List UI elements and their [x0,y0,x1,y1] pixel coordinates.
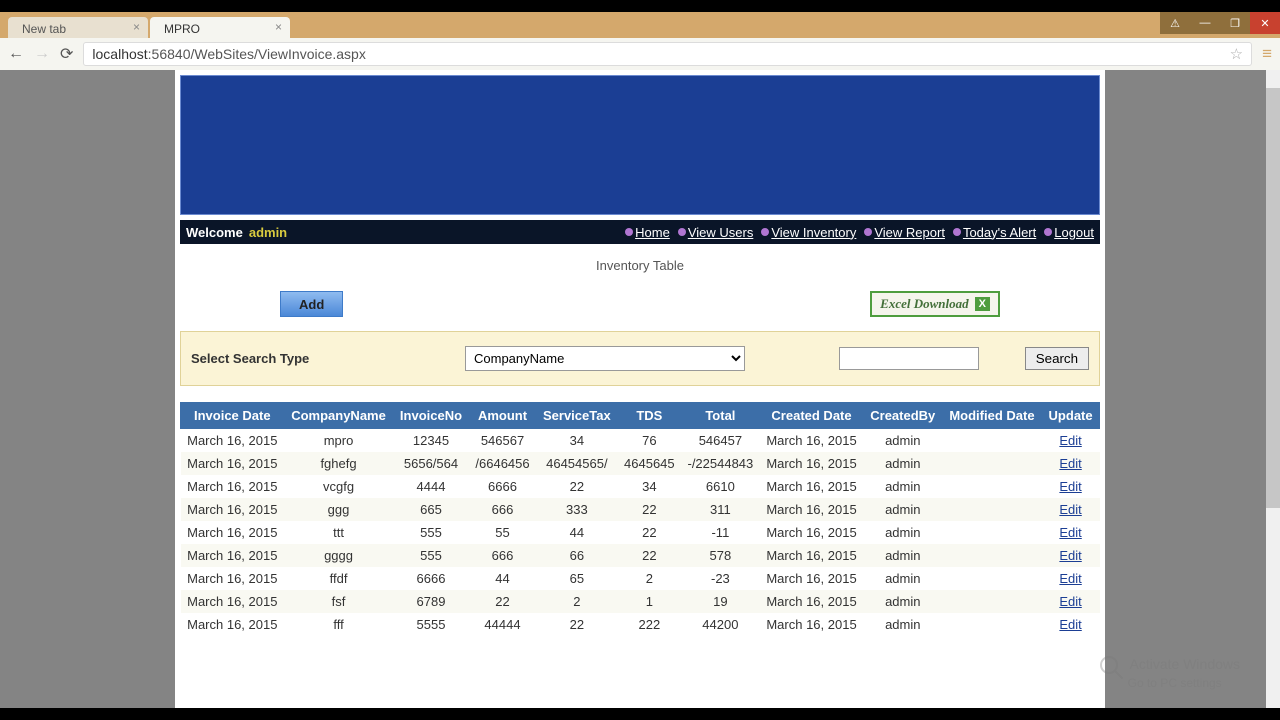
edit-link[interactable]: Edit [1059,502,1081,517]
add-button[interactable]: Add [280,291,343,317]
bullet-icon [953,228,961,236]
table-row: March 16, 2015fsf6789222119March 16, 201… [181,590,1100,613]
header-banner [180,75,1100,215]
forward-button: → [34,45,50,63]
bookmark-icon[interactable]: ☆ [1230,45,1243,63]
maximize-button[interactable]: ❐ [1220,12,1250,34]
welcome-label: Welcome [186,225,243,240]
col-header: Total [681,403,760,429]
edit-link[interactable]: Edit [1059,571,1081,586]
back-button[interactable]: ← [8,45,24,63]
invoice-table: Invoice DateCompanyNameInvoiceNoAmountSe… [180,402,1100,636]
url-path: :56840/WebSites/ViewInvoice.aspx [148,46,366,62]
search-type-label: Select Search Type [191,351,451,366]
table-row: March 16, 2015ttt555554422-11March 16, 2… [181,521,1100,544]
app-menubar: Welcome admin Home View Users View Invento… [180,220,1100,244]
col-header: Update [1042,403,1100,429]
nav-link-view-users[interactable]: View Users [678,225,754,240]
edit-link[interactable]: Edit [1059,479,1081,494]
browser-tab-inactive[interactable]: New tab × [8,17,148,38]
edit-link[interactable]: Edit [1059,594,1081,609]
col-header: Amount [469,403,536,429]
table-row: March 16, 2015ffdf666644652-23March 16, … [181,567,1100,590]
col-header: Created Date [760,403,864,429]
table-row: March 16, 2015gggg5556666622578March 16,… [181,544,1100,567]
col-header: ServiceTax [536,403,618,429]
excel-download-button[interactable]: Excel Download X [870,291,1000,317]
scrollbar-thumb[interactable] [1266,88,1280,508]
chrome-menu-icon[interactable]: ≡ [1262,44,1272,64]
search-button[interactable]: Search [1025,347,1089,370]
nav-link-view-inventory[interactable]: View Inventory [761,225,856,240]
close-button[interactable]: ✕ [1250,12,1280,34]
bullet-icon [761,228,769,236]
url-host: localhost [92,46,147,62]
nav-link-today-s-alert[interactable]: Today's Alert [953,225,1036,240]
close-icon[interactable]: × [275,20,282,34]
edit-link[interactable]: Edit [1059,548,1081,563]
col-header: TDS [618,403,681,429]
table-row: March 16, 2015vcgfg4444666622346610March… [181,475,1100,498]
windows-watermark: Activate Windows Go to PC settings [1100,656,1240,690]
tab-title: New tab [22,22,66,36]
search-type-select[interactable]: CompanyName [465,346,745,371]
scrollbar[interactable] [1266,70,1280,720]
page-title: Inventory Table [180,258,1100,273]
browser-tab-active[interactable]: MPRO × [150,17,290,38]
search-input[interactable] [839,347,979,370]
username-label: admin [249,225,287,240]
bullet-icon [678,228,686,236]
tab-title: MPRO [164,22,200,36]
edit-link[interactable]: Edit [1059,525,1081,540]
reload-button[interactable]: ⟳ [60,44,73,64]
table-row: March 16, 2015ggg66566633322311March 16,… [181,498,1100,521]
close-icon[interactable]: × [133,20,140,34]
col-header: CreatedBy [863,403,942,429]
col-header: CompanyName [284,403,393,429]
edit-link[interactable]: Edit [1059,433,1081,448]
excel-icon: X [975,297,990,311]
nav-link-view-report[interactable]: View Report [864,225,945,240]
table-row: March 16, 2015fghefg5656/564/66464564645… [181,452,1100,475]
bullet-icon [864,228,872,236]
excel-label: Excel Download [880,296,968,312]
magnifier-icon [1100,656,1118,674]
bullet-icon [625,228,633,236]
search-panel: Select Search Type CompanyName Search [180,331,1100,386]
nav-link-logout[interactable]: Logout [1044,225,1094,240]
alert-icon[interactable]: ⚠ [1160,12,1190,34]
url-input[interactable]: localhost:56840/WebSites/ViewInvoice.asp… [83,42,1252,66]
minimize-button[interactable]: ― [1190,12,1220,34]
table-row: March 16, 2015mpro123455465673476546457M… [181,429,1100,453]
table-row: March 16, 2015fff5555444442222244200Marc… [181,613,1100,636]
col-header: Modified Date [942,403,1041,429]
edit-link[interactable]: Edit [1059,617,1081,632]
col-header: Invoice Date [181,403,285,429]
edit-link[interactable]: Edit [1059,456,1081,471]
bullet-icon [1044,228,1052,236]
col-header: InvoiceNo [393,403,469,429]
nav-link-home[interactable]: Home [625,225,670,240]
